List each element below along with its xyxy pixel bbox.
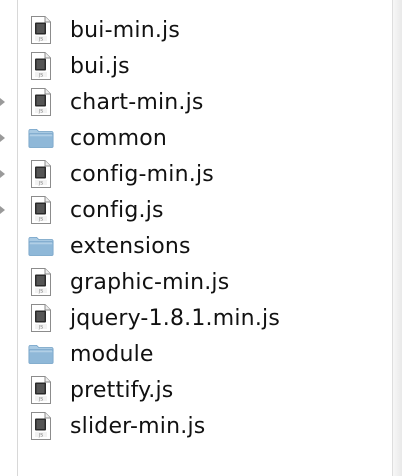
file-name: graphic-min.js — [70, 269, 230, 295]
svg-text:JS: JS — [38, 289, 43, 295]
js-file-icon: JS — [28, 265, 54, 299]
file-row[interactable]: JS slider-min.js — [18, 408, 392, 444]
svg-text:JS: JS — [38, 109, 43, 115]
file-row[interactable]: JS jquery-1.8.1.min.js — [18, 300, 392, 336]
disclosure-arrow-icon[interactable] — [0, 134, 5, 142]
folder-row[interactable]: extensions — [18, 228, 392, 264]
file-name: slider-min.js — [70, 413, 206, 439]
svg-text:JS: JS — [38, 181, 43, 187]
js-file-icon: JS — [28, 13, 54, 47]
svg-text:JS: JS — [38, 37, 43, 43]
file-row[interactable]: JS prettify.js — [18, 372, 392, 408]
file-row[interactable]: JS bui-min.js — [18, 12, 392, 48]
file-name: prettify.js — [70, 377, 174, 403]
svg-text:JS: JS — [38, 325, 43, 331]
file-name: extensions — [70, 233, 191, 259]
file-list: JS bui-min.js JS bui.js JS chart-min.js common… — [18, 12, 392, 444]
file-row[interactable]: JS config-min.js — [18, 156, 392, 192]
file-name: config.js — [70, 197, 164, 223]
js-file-icon: JS — [28, 193, 54, 227]
scroll-edge — [392, 0, 402, 476]
folder-icon — [28, 121, 54, 155]
svg-text:JS: JS — [38, 397, 43, 403]
file-name: config-min.js — [70, 161, 214, 187]
file-name: bui-min.js — [70, 17, 181, 43]
file-name: bui.js — [70, 53, 130, 79]
js-file-icon: JS — [28, 157, 54, 191]
js-file-icon: JS — [28, 409, 54, 443]
svg-text:JS: JS — [38, 433, 43, 439]
svg-text:JS: JS — [38, 217, 43, 223]
js-file-icon: JS — [28, 85, 54, 119]
disclosure-gutter — [0, 0, 18, 476]
file-name: chart-min.js — [70, 89, 204, 115]
folder-row[interactable]: module — [18, 336, 392, 372]
disclosure-arrow-icon[interactable] — [0, 206, 5, 214]
disclosure-arrow-icon[interactable] — [0, 170, 5, 178]
file-row[interactable]: JS chart-min.js — [18, 84, 392, 120]
folder-row[interactable]: common — [18, 120, 392, 156]
folder-icon — [28, 337, 54, 371]
js-file-icon: JS — [28, 301, 54, 335]
folder-icon — [28, 229, 54, 263]
file-name: module — [70, 341, 154, 367]
file-row[interactable]: JS bui.js — [18, 48, 392, 84]
js-file-icon: JS — [28, 49, 54, 83]
file-row[interactable]: JS config.js — [18, 192, 392, 228]
js-file-icon: JS — [28, 373, 54, 407]
svg-text:JS: JS — [38, 73, 43, 79]
disclosure-arrow-icon[interactable] — [0, 98, 5, 106]
file-name: common — [70, 125, 168, 151]
file-name: jquery-1.8.1.min.js — [70, 305, 280, 331]
file-row[interactable]: JS graphic-min.js — [18, 264, 392, 300]
